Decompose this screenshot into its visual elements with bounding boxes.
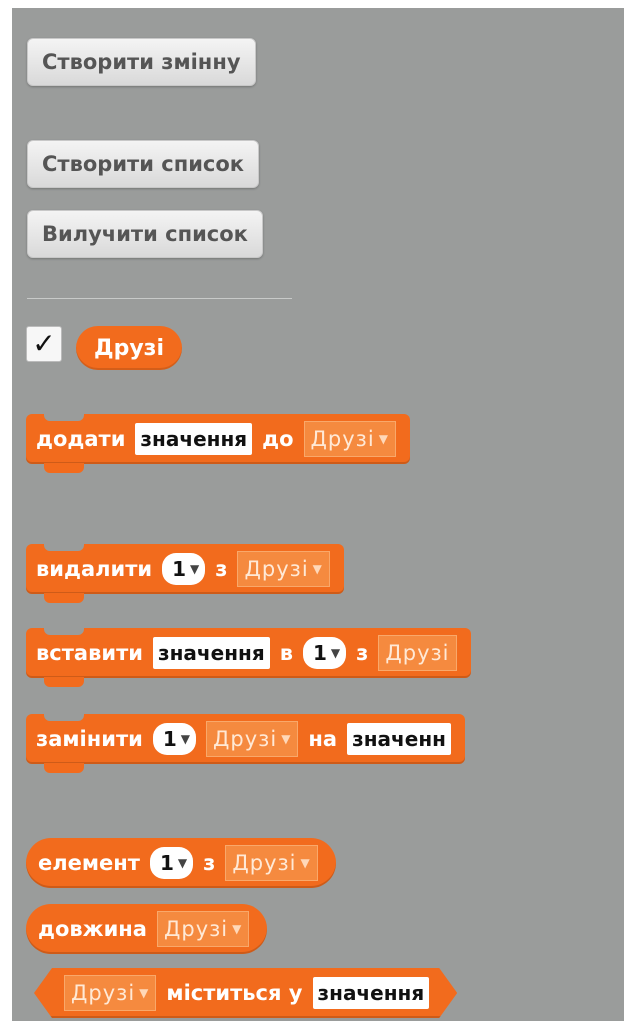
make-list-label: Створити список	[42, 152, 245, 176]
dropdown-arrow-icon: ▼	[139, 986, 150, 1000]
dropdown-arrow-icon: ▼	[281, 732, 292, 746]
dropdown-arrow-icon: ▼	[232, 922, 243, 936]
index-dropdown[interactable]: 1 ▼	[302, 637, 347, 669]
list-name: Друзі	[213, 727, 278, 751]
dropdown-arrow-icon: ▼	[312, 562, 323, 576]
palette-divider	[27, 298, 292, 299]
delete-list-label: Вилучити список	[42, 222, 248, 246]
list-contains-block[interactable]: Друзі ▼ міститься у значення	[34, 968, 457, 1018]
list-reporter-label: Друзі	[94, 335, 165, 361]
block-label: до	[262, 427, 294, 451]
list-dropdown[interactable]: Друзі	[378, 635, 457, 671]
dropdown-arrow-icon: ▼	[300, 856, 311, 870]
dropdown-arrow-icon: ▼	[180, 732, 191, 746]
block-label: з	[215, 557, 228, 581]
list-name: Друзі	[244, 557, 309, 581]
value-input[interactable]: значення	[313, 977, 430, 1009]
list-name: Друзі	[232, 851, 297, 875]
index-dropdown[interactable]: 1 ▼	[152, 723, 197, 755]
block-label: замінити	[36, 727, 143, 751]
value-input[interactable]: значенн	[347, 723, 451, 755]
list-reporter-block[interactable]: Друзі	[76, 326, 183, 370]
dropdown-arrow-icon: ▼	[378, 432, 389, 446]
block-label: з	[203, 851, 216, 875]
make-variable-label: Створити змінну	[42, 50, 241, 74]
dropdown-arrow-icon: ▼	[190, 562, 200, 576]
list-dropdown[interactable]: Друзі ▼	[64, 975, 156, 1011]
list-visibility-checkbox[interactable]: ✓	[26, 326, 62, 362]
index-value: 1	[162, 727, 177, 751]
block-label: додати	[36, 427, 126, 451]
block-label: елемент	[38, 851, 140, 875]
length-of-list-block[interactable]: довжина Друзі ▼	[26, 904, 268, 954]
block-label: вставити	[36, 641, 143, 665]
index-value: 1	[312, 641, 327, 665]
block-label: міститься у	[166, 981, 303, 1005]
insert-into-list-block[interactable]: вставити значення в 1 ▼ з Друзі	[26, 627, 471, 687]
list-dropdown[interactable]: Друзі ▼	[303, 421, 396, 457]
index-value: 1	[172, 557, 187, 581]
delete-list-button[interactable]: Вилучити список	[27, 210, 263, 258]
list-name: Друзі	[163, 917, 229, 941]
blocks-palette: Створити змінну Створити список Вилучити…	[12, 8, 624, 1021]
list-dropdown[interactable]: Друзі ▼	[206, 721, 299, 757]
list-name: Друзі	[71, 981, 136, 1005]
block-label: довжина	[38, 917, 147, 941]
list-dropdown[interactable]: Друзі ▼	[156, 911, 250, 947]
make-variable-button[interactable]: Створити змінну	[27, 38, 256, 86]
index-value: 1	[159, 851, 174, 875]
block-label: видалити	[36, 557, 153, 581]
index-dropdown[interactable]: 1 ▼	[162, 553, 206, 585]
dropdown-arrow-icon: ▼	[330, 646, 341, 660]
dropdown-arrow-icon: ▼	[177, 856, 188, 870]
value-input[interactable]: значення	[135, 423, 253, 455]
add-to-list-block[interactable]: додати значення до Друзі ▼	[26, 413, 410, 473]
block-label: на	[308, 727, 338, 751]
list-name: Друзі	[385, 641, 450, 665]
list-dropdown[interactable]: Друзі ▼	[237, 551, 330, 587]
replace-in-list-block[interactable]: замінити 1 ▼ Друзі ▼ на значенн	[26, 713, 465, 773]
delete-from-list-block[interactable]: видалити 1 ▼ з Друзі ▼	[26, 543, 344, 603]
list-dropdown[interactable]: Друзі ▼	[225, 845, 318, 881]
block-label: в	[279, 641, 293, 665]
value-input[interactable]: значення	[152, 637, 270, 669]
block-label: з	[356, 641, 369, 665]
list-name: Друзі	[310, 427, 375, 451]
make-list-button[interactable]: Створити список	[27, 140, 260, 188]
item-of-list-block[interactable]: елемент 1 ▼ з Друзі ▼	[26, 838, 336, 888]
check-mark-icon: ✓	[32, 327, 56, 360]
index-dropdown[interactable]: 1 ▼	[149, 847, 194, 879]
